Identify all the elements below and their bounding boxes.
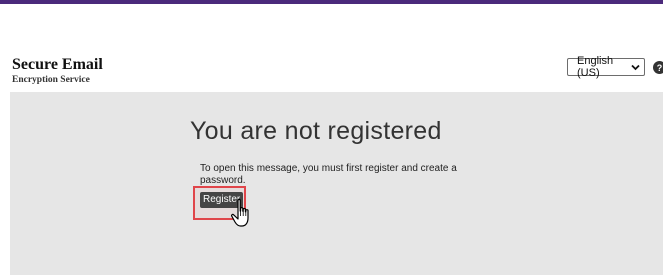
hand-pointer-cursor-icon — [231, 198, 249, 227]
help-icon[interactable]: ? — [653, 61, 663, 74]
brand-title: Secure Email — [12, 56, 103, 73]
language-select[interactable]: English (US) — [567, 55, 645, 79]
chevron-down-icon — [631, 64, 640, 71]
registration-message: To open this message, you must first reg… — [200, 163, 457, 186]
language-select-value: English (US) — [577, 55, 614, 79]
page-heading: You are not registered — [190, 117, 442, 145]
brand-subtitle: Encryption Service — [12, 75, 90, 85]
page-header — [0, 4, 663, 92]
